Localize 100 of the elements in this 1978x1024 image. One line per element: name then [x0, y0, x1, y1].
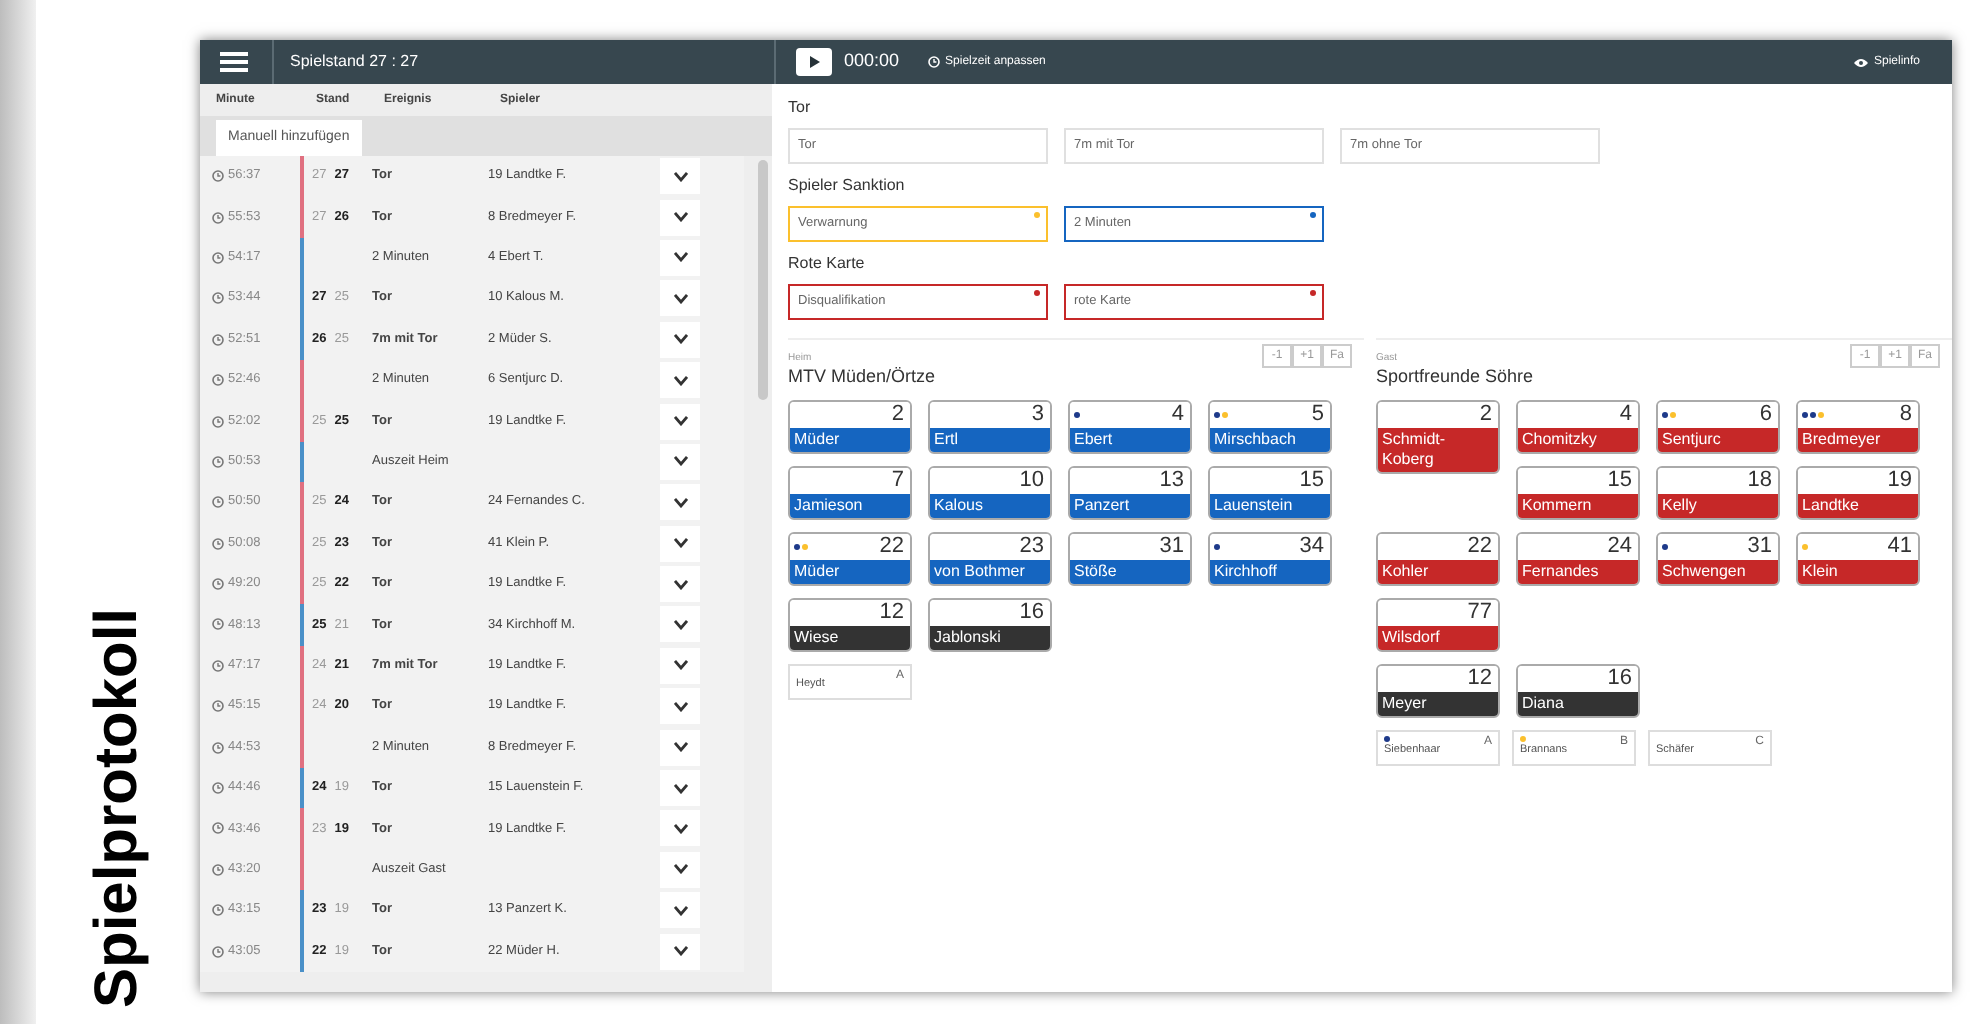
player-number: 2: [891, 403, 904, 425]
menu-icon[interactable]: [220, 52, 248, 72]
section-title: Rote Karte: [788, 252, 867, 276]
player-card[interactable]: 16 Jablonski: [928, 597, 1052, 651]
player-number: 15: [1607, 469, 1632, 491]
player-card[interactable]: 4 Ebert: [1068, 399, 1192, 453]
expand-button[interactable]: [660, 239, 700, 276]
player-name: Kelly: [1662, 495, 1697, 513]
expand-button[interactable]: [660, 851, 700, 888]
player-name: Lauenstein: [1214, 495, 1293, 513]
play-button[interactable]: [796, 48, 832, 76]
player-number: 16: [1607, 667, 1632, 689]
player-name: Wiese: [794, 627, 839, 645]
expand-button[interactable]: [660, 443, 700, 480]
expand-button[interactable]: [660, 606, 700, 643]
player-number: 31: [1747, 535, 1772, 557]
clock-icon: [212, 578, 224, 591]
expand-button[interactable]: [660, 158, 700, 195]
player-card[interactable]: 4 Chomitzky: [1516, 399, 1640, 453]
expand-button[interactable]: [660, 566, 700, 603]
expand-button[interactable]: [660, 729, 700, 766]
player-card[interactable]: 12 Meyer: [1376, 663, 1500, 717]
clock-icon: [212, 741, 224, 754]
player-card[interactable]: 6 Sentjurc: [1656, 399, 1780, 453]
player-name: Jamieson: [794, 495, 863, 513]
expand-button[interactable]: [660, 321, 700, 358]
clock-icon: [927, 56, 940, 68]
player-card[interactable]: 34 Kirchhoff: [1208, 531, 1332, 585]
player-card[interactable]: 31 Stöße: [1068, 531, 1192, 585]
expand-button[interactable]: [660, 892, 700, 929]
player-name: Kirchhoff: [1214, 561, 1277, 579]
clock-icon: [212, 659, 224, 672]
player-card[interactable]: 23 von Bothmer: [928, 531, 1052, 585]
player-number: 18: [1747, 469, 1772, 491]
player-card[interactable]: 8 Bredmeyer: [1796, 399, 1920, 453]
player-card[interactable]: 2 Müder: [788, 399, 912, 453]
clock-icon: [212, 170, 224, 183]
player-name: Fernandes: [1522, 561, 1599, 579]
expand-button[interactable]: [660, 525, 700, 562]
player-name: Müder: [794, 429, 840, 447]
player-number: 16: [1019, 601, 1044, 623]
chevron-down-icon: [673, 416, 687, 427]
player-card[interactable]: 10 Kalous: [928, 465, 1052, 519]
player-number: 3: [1031, 403, 1044, 425]
clock-icon: [212, 415, 224, 428]
chevron-down-icon: [673, 823, 687, 834]
player-card[interactable]: 13 Panzert: [1068, 465, 1192, 519]
chevron-down-icon: [673, 864, 687, 875]
eye-icon: [1853, 57, 1868, 67]
player-card[interactable]: 22 Kohler: [1376, 531, 1500, 585]
player-card[interactable]: 7 Jamieson: [788, 465, 912, 519]
player-card[interactable]: 77 Wilsdorf: [1376, 597, 1500, 651]
section-title: Spieler Sanktion: [788, 174, 907, 198]
player-card[interactable]: 18 Kelly: [1656, 465, 1780, 519]
expand-button[interactable]: [660, 770, 700, 807]
player-number: 12: [879, 601, 904, 623]
player-card[interactable]: 22 Müder: [788, 531, 912, 585]
player-card[interactable]: 19 Landtke: [1796, 465, 1920, 519]
clock-icon: [212, 374, 224, 387]
chevron-down-icon: [673, 742, 687, 753]
expand-button[interactable]: [660, 647, 700, 684]
scrollbar[interactable]: [758, 160, 768, 400]
player-number: 7: [891, 469, 904, 491]
expand-button[interactable]: [660, 484, 700, 521]
player-name: Klein: [1802, 561, 1838, 579]
player-card[interactable]: 15 Kommern: [1516, 465, 1640, 519]
player-card[interactable]: 41 Klein: [1796, 531, 1920, 585]
player-number: 4: [1171, 403, 1184, 425]
chevron-down-icon: [673, 252, 687, 263]
player-card[interactable]: 31 Schwengen: [1656, 531, 1780, 585]
player-number: 77: [1467, 601, 1492, 623]
player-card[interactable]: 2 Schmidt-Koberg: [1376, 399, 1500, 473]
player-number: 8: [1899, 403, 1912, 425]
expand-button[interactable]: [660, 280, 700, 317]
expand-button[interactable]: [660, 933, 700, 970]
clock-icon: [212, 211, 224, 224]
team-name: Sportfreunde Söhre: [1376, 364, 1536, 390]
player-name: Schmidt-Koberg: [1382, 429, 1446, 467]
player-number: 19: [1887, 469, 1912, 491]
clock-icon: [212, 863, 224, 876]
clock-icon: [212, 700, 224, 713]
expand-button[interactable]: [660, 362, 700, 399]
chevron-down-icon: [673, 905, 687, 916]
chevron-down-icon: [673, 579, 687, 590]
corner-marker: [1034, 212, 1040, 218]
clock-icon: [212, 251, 224, 264]
expand-button[interactable]: [660, 688, 700, 725]
player-card[interactable]: 24 Fernandes: [1516, 531, 1640, 585]
player-card[interactable]: 16 Diana: [1516, 663, 1640, 717]
expand-button[interactable]: [660, 810, 700, 847]
player-card[interactable]: 12 Wiese: [788, 597, 912, 651]
expand-button[interactable]: [660, 199, 700, 236]
expand-button[interactable]: [660, 403, 700, 440]
player-number: 24: [1607, 535, 1632, 557]
clock-icon: [212, 618, 224, 631]
player-card[interactable]: 5 Mirschbach: [1208, 399, 1332, 453]
clock-icon: [212, 292, 224, 305]
player-card[interactable]: 3 Ertl: [928, 399, 1052, 453]
player-name: Schwengen: [1662, 561, 1746, 579]
player-card[interactable]: 15 Lauenstein: [1208, 465, 1332, 519]
